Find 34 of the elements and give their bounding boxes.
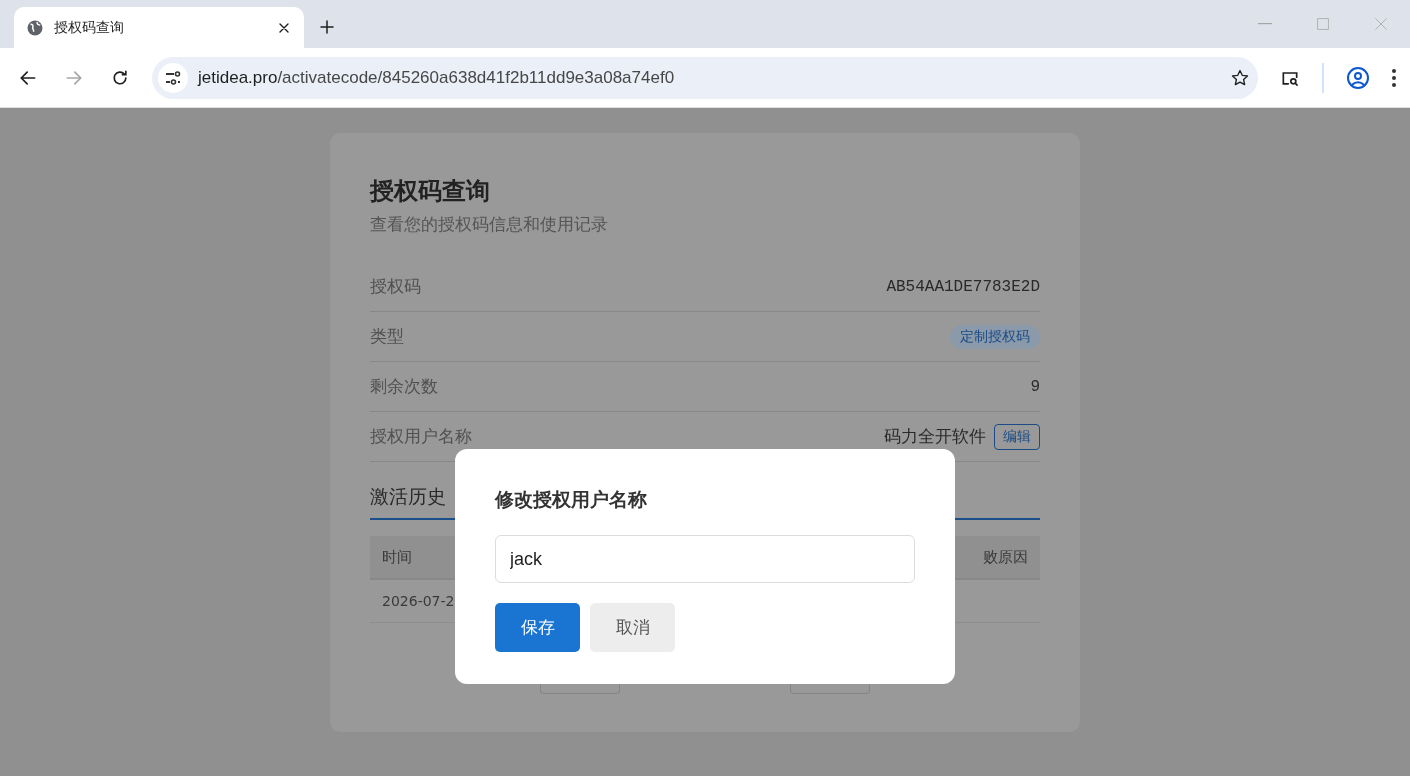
person-icon [1346,65,1370,90]
cancel-button[interactable]: 取消 [590,603,675,652]
field-label: 剩余次数 [370,375,438,398]
maximize-icon [1315,16,1331,32]
menu-icon [1392,68,1396,87]
card-title: 授权码查询 [370,176,491,207]
minimize-icon [1258,23,1272,25]
tab-title: 授权码查询 [54,18,125,37]
field-value: AB54AA1DE7783E2D [886,277,1040,296]
plus-icon [318,18,336,36]
field-label: 授权用户名称 [370,425,472,448]
browser-tab[interactable]: 授权码查询 [14,7,304,48]
new-tab-button[interactable] [318,18,336,36]
site-settings-icon [158,62,188,93]
type-tag: 定制授权码 [950,324,1040,349]
globe-icon [26,18,44,37]
star-icon [1230,67,1250,88]
url-text: jetidea.pro/activatecode/845260a638d41f2b11dd9e3a08a74ef0 [198,67,676,88]
field-label: 授权码 [370,275,421,298]
field-value: 码力全开软件 [884,425,986,448]
close-icon [1373,16,1389,32]
field-label: 类型 [370,325,404,348]
bookmark-button[interactable] [1230,67,1250,88]
field-value: 9 [1030,377,1040,396]
address-bar[interactable]: jetidea.pro/activatecode/845260a638d41f2b11dd9e3a08a74ef0 [152,56,1258,99]
profile-button[interactable] [1346,65,1370,90]
save-button[interactable]: 保存 [495,603,580,652]
column-heading: 时间 [382,547,412,567]
name-input[interactable]: jack [495,535,915,583]
table-cell: 2026-07-2 [382,593,455,609]
card-subtitle: 查看您的授权码信息和使用记录 [370,213,609,236]
column-heading: 败原因 [983,547,1028,567]
menu-button[interactable] [1392,68,1396,87]
dialog-title: 修改授权用户名称 [495,487,648,512]
